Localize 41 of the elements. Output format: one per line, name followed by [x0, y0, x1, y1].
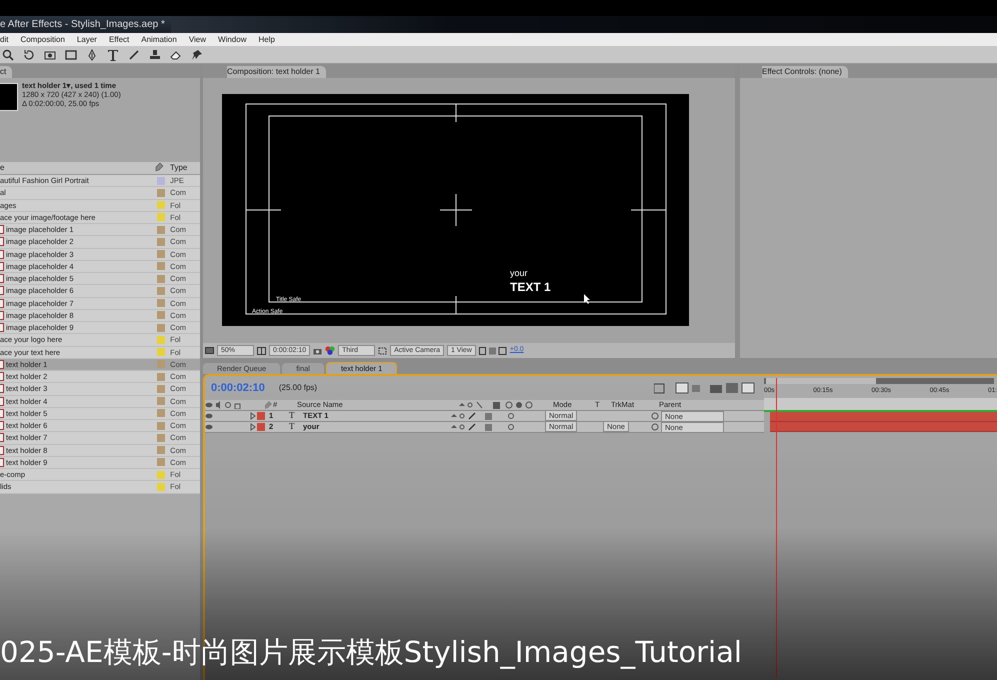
menu-item[interactable]: Composition [20, 33, 65, 46]
menu-item[interactable]: Effect [108, 33, 130, 46]
toggle-icon[interactable] [478, 346, 507, 354]
cursor-icon [584, 294, 590, 304]
frame-rate: (25.00 fps) [278, 382, 318, 394]
type-tool-icon[interactable] [107, 48, 119, 60]
tag-icon[interactable] [155, 162, 164, 172]
camera-icon[interactable] [44, 48, 56, 60]
video-caption: 025-AE模板-时尚图片展示模板Stylish_Images_Tutorial [0, 634, 742, 670]
monitor-icon[interactable] [205, 346, 214, 354]
playhead-line[interactable] [776, 378, 777, 678]
panel-tab[interactable]: Composition: text holder 1 [227, 66, 326, 78]
menu-item[interactable]: View [188, 33, 206, 46]
panel-tab[interactable]: ct [0, 66, 12, 78]
thumbnail-preview [0, 83, 18, 111]
region-icon[interactable] [378, 346, 388, 354]
panel-tab[interactable]: Effect Controls: (none) [762, 66, 848, 78]
preview-title: TEXT 1 [510, 280, 550, 294]
grid-icon[interactable] [257, 346, 266, 354]
column-header[interactable]: e [0, 162, 4, 174]
eraser-icon[interactable] [170, 48, 182, 60]
menu-item[interactable]: dit [0, 33, 8, 46]
color-channels-icon[interactable] [325, 346, 336, 355]
pen-icon[interactable] [86, 48, 98, 60]
menu-item[interactable]: Animation [141, 33, 177, 46]
search-icon[interactable] [2, 48, 14, 60]
stamp-icon[interactable] [149, 48, 161, 60]
window-title: e After Effects - Stylish_Images.aep * [0, 16, 171, 33]
work-area-bar[interactable] [764, 378, 994, 384]
preview-text: your [510, 268, 528, 278]
column-header[interactable]: Type [170, 162, 188, 174]
menu-item[interactable]: Layer [76, 33, 97, 46]
menu-item[interactable]: Window [218, 33, 246, 46]
camera-icon[interactable] [313, 346, 322, 354]
rotate-icon[interactable] [23, 48, 35, 60]
text-layer-mark: T [289, 409, 296, 422]
brush-icon[interactable] [128, 48, 140, 60]
pin-icon[interactable] [191, 48, 203, 60]
text-layer-mark: T [289, 420, 296, 434]
menu-item[interactable]: Help [258, 33, 275, 46]
rectangle-icon[interactable] [65, 48, 77, 60]
